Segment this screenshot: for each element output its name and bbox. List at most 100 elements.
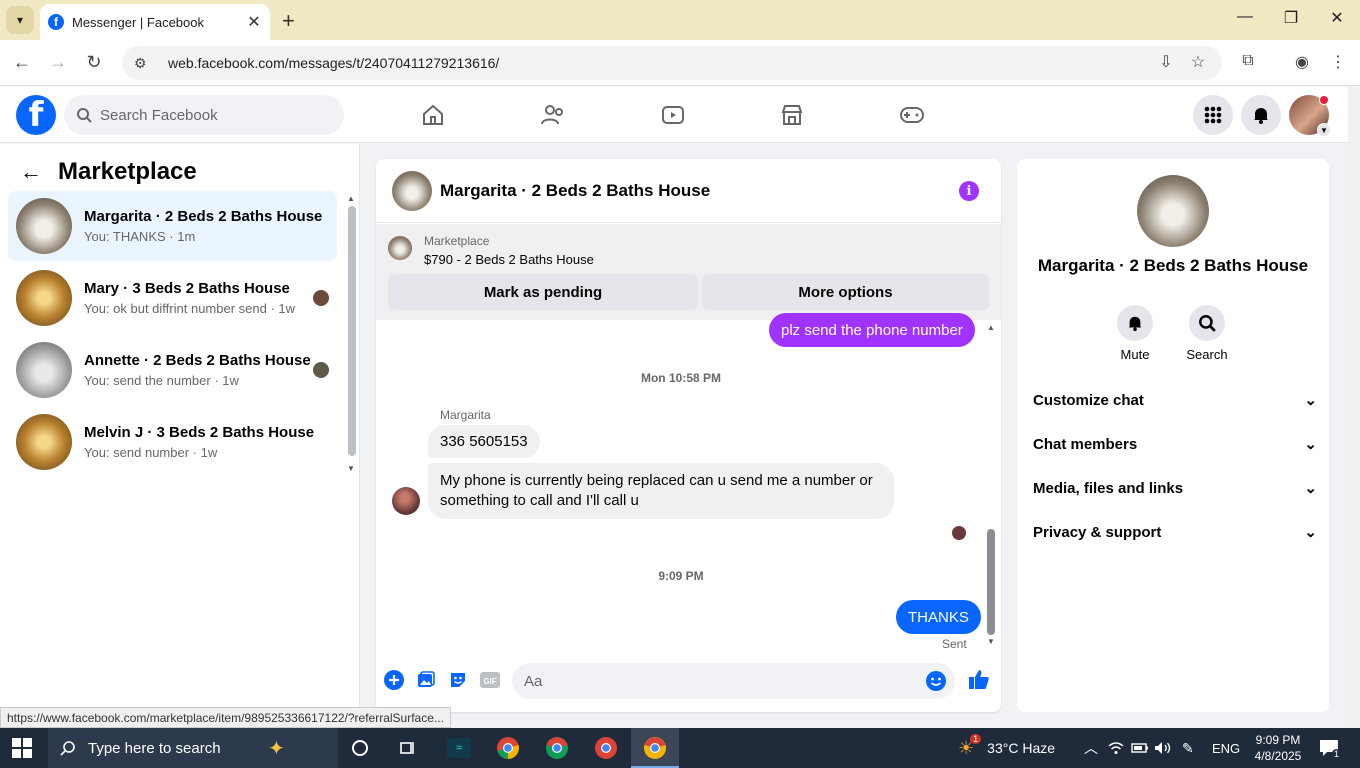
emoji-icon[interactable] (925, 670, 947, 697)
chrome-profile-icon[interactable] (592, 734, 620, 762)
conversation-preview: You: send number · 1w (84, 445, 218, 460)
clock[interactable]: 9:09 PM 4/8/2025 (1250, 728, 1306, 768)
conversation-item[interactable]: Melvin J · 3 Beds 2 Baths House You: sen… (8, 407, 337, 477)
pen-icon[interactable]: ✎ (1182, 728, 1194, 768)
message-input-container[interactable] (512, 663, 955, 699)
task-view-icon[interactable] (394, 734, 422, 762)
maximize-button[interactable]: ❐ (1276, 8, 1306, 28)
chrome-active-icon[interactable] (641, 734, 669, 762)
listing-thumbnail[interactable] (388, 236, 412, 260)
notification-center-icon[interactable]: 1 (1318, 728, 1349, 768)
notification-dot (1319, 95, 1329, 105)
like-thumb-icon[interactable] (967, 667, 991, 691)
facebook-logo-icon[interactable]: f (16, 95, 56, 135)
chat-avatar[interactable] (392, 170, 432, 211)
conversation-name: Melvin J · 3 Beds 2 Baths House (84, 424, 315, 441)
attach-photo-icon[interactable] (415, 669, 437, 691)
marketplace-label: Marketplace (424, 234, 490, 248)
conversation-name: Margarita · 2 Beds 2 Baths House (84, 208, 323, 225)
message-input[interactable] (524, 672, 904, 690)
tab-search-button[interactable]: ▾ (6, 6, 34, 34)
more-options-button[interactable]: More options (702, 274, 989, 310)
info-icon[interactable]: i (959, 181, 979, 201)
gaming-icon[interactable] (892, 97, 932, 133)
search-icon (77, 108, 92, 123)
svg-text:GIF: GIF (483, 677, 496, 686)
scroll-down-icon[interactable]: ▼ (347, 464, 355, 473)
outgoing-message[interactable]: THANKS (896, 600, 981, 634)
sticker-icon[interactable] (447, 669, 469, 691)
customize-chat-row[interactable]: Customize chat ⌄ (1033, 385, 1317, 415)
address-bar[interactable]: ⚙ web.facebook.com/messages/t/2407041127… (122, 46, 1222, 80)
chat-scrollbar[interactable]: ▲ ▼ (985, 323, 997, 649)
extensions-icon[interactable]: ⧉ (1236, 52, 1260, 70)
tab-close-icon[interactable]: ✕ (244, 12, 264, 32)
new-tab-button[interactable]: + (282, 8, 295, 34)
incoming-message[interactable]: 336 5605153 (428, 425, 540, 458)
scroll-up-icon[interactable]: ▲ (987, 323, 995, 332)
conversation-item[interactable]: Margarita · 2 Beds 2 Baths House You: TH… (8, 191, 337, 261)
listing-price-title[interactable]: $790 - 2 Beds 2 Baths House (424, 252, 594, 267)
menu-grid-icon[interactable] (1193, 95, 1233, 135)
message-timestamp: Mon 10:58 PM (640, 371, 721, 385)
reload-icon[interactable]: ↻ (82, 52, 106, 73)
mute-button[interactable]: Mute (1105, 305, 1165, 362)
cortana-icon[interactable] (346, 734, 374, 762)
scrollbar-thumb[interactable] (987, 529, 995, 635)
conversation-item[interactable]: Mary · 3 Beds 2 Baths House You: ok but … (8, 263, 337, 333)
gif-icon[interactable]: GIF (479, 669, 501, 691)
tab-title: Messenger | Facebook (72, 14, 204, 30)
bookmark-star-icon[interactable]: ☆ (1186, 52, 1210, 72)
scrollbar-thumb[interactable] (348, 206, 356, 456)
scroll-down-icon[interactable]: ▼ (987, 637, 995, 646)
marketplace-icon[interactable] (772, 97, 812, 133)
media-files-links-row[interactable]: Media, files and links ⌄ (1033, 473, 1317, 503)
sender-name: Margarita (440, 408, 491, 422)
clock-date: 4/8/2025 (1254, 749, 1302, 763)
chrome-icon[interactable] (494, 734, 522, 762)
minimize-button[interactable]: — (1230, 8, 1260, 26)
privacy-support-row[interactable]: Privacy & support ⌄ (1033, 517, 1317, 547)
back-icon[interactable]: ← (10, 52, 34, 73)
volume-icon[interactable] (1154, 728, 1172, 768)
conversation-preview: You: THANKS · 1m (84, 229, 196, 244)
back-arrow-icon[interactable]: ← (20, 159, 44, 185)
scroll-up-icon[interactable]: ▲ (347, 194, 355, 203)
more-actions-plus-icon[interactable] (383, 669, 405, 691)
close-window-button[interactable]: ✕ (1322, 8, 1352, 28)
conversation-item[interactable]: Annette · 2 Beds 2 Baths House You: send… (8, 335, 337, 405)
taskbar-search[interactable]: Type here to search ✦ (48, 728, 338, 768)
account-avatar[interactable]: ▼ (1289, 95, 1331, 137)
mark-as-pending-button[interactable]: Mark as pending (388, 274, 698, 310)
incoming-message[interactable]: My phone is currently being replaced can… (428, 463, 894, 519)
install-app-icon[interactable]: ⇩ (1154, 52, 1178, 72)
weather-widget[interactable]: ☀ 1 33°C Haze (958, 728, 1055, 768)
network-icon[interactable] (1108, 728, 1124, 768)
chat-title[interactable]: Margarita · 2 Beds 2 Baths House (440, 181, 710, 201)
language-indicator[interactable]: ENG (1212, 728, 1240, 768)
search-input[interactable] (100, 106, 320, 124)
site-info-icon[interactable]: ⚙ (134, 55, 156, 72)
friends-icon[interactable] (533, 97, 573, 133)
windows-start-icon[interactable] (12, 738, 32, 763)
browser-tab[interactable]: f Messenger | Facebook ✕ (40, 4, 270, 40)
app-icon[interactable]: ≈ (445, 734, 473, 762)
seen-avatar (313, 290, 329, 306)
home-icon[interactable] (413, 97, 453, 133)
video-icon[interactable] (653, 97, 693, 133)
chat-members-row[interactable]: Chat members ⌄ (1033, 429, 1317, 459)
page-scrollbar[interactable] (1349, 87, 1360, 727)
browser-menu-icon[interactable]: ⋮ (1326, 52, 1350, 72)
profile-icon[interactable]: ◉ (1290, 52, 1314, 72)
sender-avatar[interactable] (392, 487, 420, 515)
show-hidden-icons[interactable]: ︿ (1084, 728, 1098, 768)
battery-icon[interactable] (1131, 728, 1149, 768)
sidebar-scrollbar[interactable]: ▲ ▼ (347, 194, 357, 473)
facebook-search[interactable] (64, 95, 344, 135)
notifications-bell-icon[interactable] (1241, 95, 1281, 135)
search-in-conversation-button[interactable]: Search (1177, 305, 1237, 362)
chrome-profile-icon[interactable] (543, 734, 571, 762)
outgoing-message[interactable]: plz send the phone number (769, 313, 975, 347)
forward-icon[interactable]: → (46, 52, 70, 73)
chat-info-avatar[interactable] (1137, 175, 1209, 247)
